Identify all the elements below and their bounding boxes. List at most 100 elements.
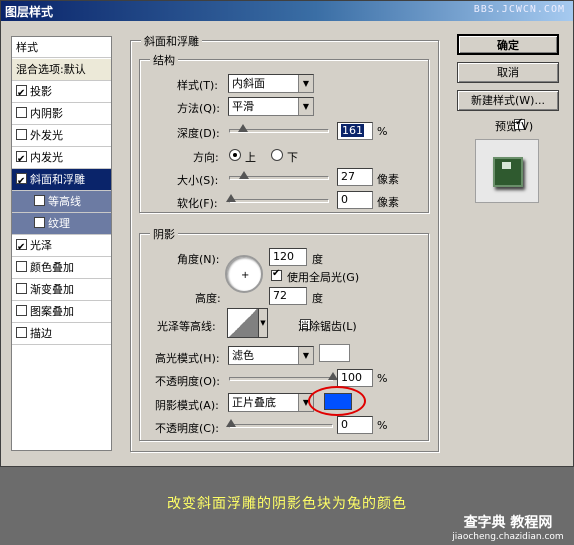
highlight-opacity-unit: % [377, 372, 388, 385]
global-light-checkbox[interactable] [271, 268, 282, 281]
direction-up-label: 上 [245, 151, 256, 164]
depth-unit: % [377, 125, 388, 138]
shadow-opacity-label: 不透明度(C): [155, 422, 219, 435]
shadow-opacity-input[interactable]: 0 [337, 416, 373, 434]
style-item-inner-shadow[interactable]: 内阴影 [12, 103, 111, 125]
ok-button[interactable]: 确定 [457, 34, 559, 55]
soften-label: 软化(F): [177, 197, 218, 210]
style-item-stroke[interactable]: 描边 [12, 323, 111, 345]
highlight-opacity-input[interactable]: 100 [337, 369, 373, 387]
style-item-color-overlay[interactable]: 颜色叠加 [12, 257, 111, 279]
style-item-outer-glow[interactable]: 外发光 [12, 125, 111, 147]
new-style-button[interactable]: 新建样式(W)... [457, 90, 559, 111]
size-slider[interactable] [229, 171, 329, 180]
checkbox-icon[interactable] [16, 171, 27, 192]
style-item-inner-glow[interactable]: 内发光 [12, 147, 111, 170]
soften-unit: 像素 [377, 196, 399, 209]
checkbox-icon[interactable] [16, 305, 27, 316]
checkbox-icon[interactable] [34, 217, 45, 228]
angle-label: 角度(N): [177, 253, 220, 266]
soften-input[interactable]: 0 [337, 191, 373, 209]
style-item-gradient-overlay[interactable]: 渐变叠加 [12, 279, 111, 301]
annotation-circle [308, 386, 366, 416]
direction-label: 方向: [193, 151, 219, 164]
style-item-pattern-overlay[interactable]: 图案叠加 [12, 301, 111, 323]
size-label: 大小(S): [177, 174, 219, 187]
altitude-unit: 度 [312, 292, 323, 305]
structure-title: 结构 [150, 52, 178, 68]
checkbox-icon[interactable] [16, 261, 27, 272]
style-label: 样式(T): [177, 79, 219, 92]
preview-label: 预览(V) [495, 120, 534, 133]
shadow-mode-select[interactable]: 正片叠底 ▼ [228, 393, 314, 412]
shadow-opacity-unit: % [377, 419, 388, 432]
slider-thumb-icon[interactable] [239, 171, 249, 179]
slider-thumb-icon[interactable] [226, 419, 236, 427]
checkbox-icon[interactable] [16, 327, 27, 338]
global-light-label: 使用全局光(G) [287, 271, 360, 284]
watermark-line1: 查字典 教程网 [463, 515, 553, 531]
size-unit: 像素 [377, 173, 399, 186]
watermark-text: BBS.JCWCN.COM [473, 4, 565, 15]
chevron-down-icon[interactable]: ▼ [258, 308, 268, 338]
altitude-label: 高度: [195, 292, 221, 305]
depth-input[interactable]: 161 [337, 122, 373, 140]
highlight-opacity-slider[interactable] [229, 372, 338, 381]
shadow-mode-label: 阴影模式(A): [155, 399, 219, 412]
checkbox-icon[interactable] [16, 107, 27, 118]
size-input[interactable]: 27 [337, 168, 373, 186]
highlight-color-swatch[interactable] [319, 344, 350, 362]
angle-input[interactable]: 120 [269, 248, 307, 266]
checkbox-icon[interactable] [16, 283, 27, 294]
style-item-satin[interactable]: 光泽 [12, 235, 111, 258]
blend-options-item[interactable]: 混合选项:默认 [12, 59, 111, 81]
title-bar[interactable]: 图层样式 BBS.JCWCN.COM [1, 1, 573, 21]
cancel-button[interactable]: 取消 [457, 62, 559, 83]
style-item-contour[interactable]: 等高线 [12, 191, 111, 213]
crosshair-icon: + [241, 270, 250, 281]
gloss-contour-picker[interactable] [227, 308, 259, 338]
slider-thumb-icon[interactable] [226, 194, 236, 202]
shading-title: 阴影 [150, 226, 178, 242]
chevron-down-icon: ▼ [298, 98, 313, 115]
watermark-line2: jiaocheng.chazidian.com [452, 532, 564, 542]
caption-text: 改变斜面浮雕的阴影色块为兔的颜色 [167, 496, 407, 512]
gloss-contour-label: 光泽等高线: [157, 320, 216, 333]
slider-thumb-icon[interactable] [238, 124, 248, 132]
window-title: 图层样式 [5, 5, 54, 19]
soften-slider[interactable] [226, 194, 329, 203]
checkbox-icon[interactable] [16, 237, 27, 258]
watermark-bottom: 查字典 教程网 jiaocheng.chazidian.com [448, 512, 568, 542]
preview-thumbnail [475, 139, 539, 203]
checkbox-icon[interactable] [16, 129, 27, 140]
checkbox-icon[interactable] [34, 195, 45, 206]
highlight-mode-select[interactable]: 滤色 ▼ [228, 346, 314, 365]
antialias-label: 消除锯齿(L) [298, 320, 357, 333]
chevron-down-icon: ▼ [298, 347, 313, 364]
depth-slider[interactable] [229, 124, 329, 133]
layer-style-dialog: 图层样式 BBS.JCWCN.COM 样式 混合选项:默认 投影 内阴影 外发光… [0, 0, 574, 467]
style-item-drop-shadow[interactable]: 投影 [12, 81, 111, 104]
depth-label: 深度(D): [177, 127, 220, 140]
checkbox-icon[interactable] [16, 83, 27, 104]
angle-dial[interactable]: + [225, 255, 263, 293]
technique-label: 方法(Q): [177, 102, 220, 115]
checkbox-icon[interactable] [16, 149, 27, 170]
direction-down-label: 下 [287, 151, 298, 164]
technique-select[interactable]: 平滑 ▼ [228, 97, 314, 116]
angle-unit: 度 [312, 253, 323, 266]
chevron-down-icon: ▼ [298, 75, 313, 92]
bevel-style-select[interactable]: 内斜面 ▼ [228, 74, 314, 93]
direction-down-radio[interactable] [271, 149, 283, 161]
style-item-bevel-emboss[interactable]: 斜面和浮雕 [12, 169, 111, 192]
preview-swatch-icon [493, 157, 523, 187]
preview-mark [502, 162, 511, 169]
shadow-opacity-slider[interactable] [226, 419, 333, 428]
styles-list: 样式 混合选项:默认 投影 内阴影 外发光 内发光 斜面和浮雕 等高线 纹理 光… [11, 36, 112, 451]
direction-up-radio[interactable] [229, 149, 241, 161]
highlight-mode-label: 高光模式(H): [155, 352, 220, 365]
styles-header: 样式 [12, 37, 111, 58]
style-item-texture[interactable]: 纹理 [12, 213, 111, 235]
altitude-input[interactable]: 72 [269, 287, 307, 305]
bevel-emboss-title: 斜面和浮雕 [141, 33, 202, 49]
